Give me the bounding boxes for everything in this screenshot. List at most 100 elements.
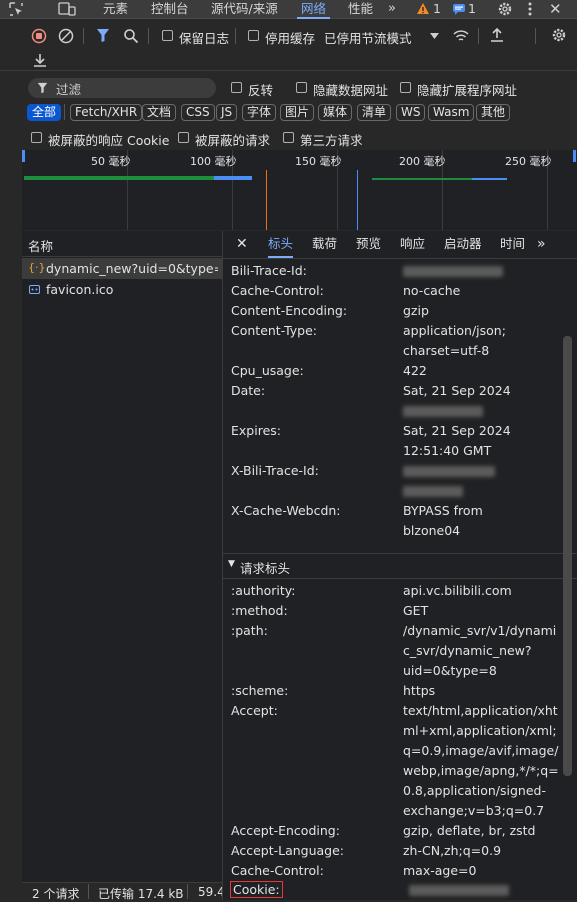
type-filter-manifest[interactable]: 清单 [357, 104, 392, 121]
header-key: X-Cache-Webcdn: [231, 503, 341, 518]
issues-icon[interactable] [452, 3, 466, 15]
hide-extension-urls-label[interactable]: 隐藏扩展程序网址 [417, 80, 517, 99]
throttling-select[interactable]: 已停用节流模式 [324, 28, 412, 47]
search-icon[interactable] [123, 28, 139, 44]
header-value: application/json; charset=utf-8 [403, 323, 506, 358]
dom-content-loaded-marker [266, 170, 267, 230]
request-name: dynamic_new?uid=0&type=8 [46, 261, 218, 276]
type-filter-other[interactable]: 其他 [476, 104, 511, 121]
status-divider [88, 884, 89, 899]
timeline-handle-left[interactable] [22, 150, 25, 162]
export-har-icon[interactable] [33, 52, 47, 68]
timeline-tick-label: 250 毫秒 [505, 155, 552, 168]
toolbar-divider [478, 28, 479, 44]
type-filter-css[interactable]: CSS [181, 104, 215, 121]
tab-payload[interactable]: 载荷 [312, 231, 337, 257]
filter-input[interactable]: 过滤 [28, 78, 216, 98]
third-party-checkbox[interactable] [283, 132, 294, 143]
tab-sources[interactable]: 源代码/来源 [211, 0, 278, 18]
tab-headers[interactable]: 标头 [268, 231, 294, 258]
tab-initiator[interactable]: 启动器 [444, 231, 482, 257]
type-filter-fetch-xhr[interactable]: Fetch/XHR [70, 104, 143, 121]
preserve-log-checkbox[interactable] [162, 30, 173, 41]
json-file-icon: {·} [28, 261, 46, 274]
network-conditions-icon[interactable] [452, 28, 470, 44]
blocked-cookies-checkbox[interactable] [31, 132, 42, 143]
tab-console[interactable]: 控制台 [151, 0, 189, 18]
close-details-icon[interactable]: ✕ [236, 231, 248, 257]
hide-data-urls-checkbox[interactable] [296, 82, 307, 93]
disable-cache-checkbox[interactable] [248, 30, 259, 41]
timeline-handle-right[interactable] [573, 150, 576, 162]
left-gutter [0, 150, 22, 900]
header-value: gzip [403, 303, 429, 318]
filter-funnel-icon[interactable] [96, 28, 110, 43]
disable-cache-label[interactable]: 停用缓存 [265, 28, 315, 47]
tab-elements[interactable]: 元素 [103, 0, 128, 18]
more-tabs-icon[interactable]: » [388, 0, 396, 18]
device-toolbar-icon[interactable] [58, 1, 76, 17]
detail-scrollbar[interactable] [563, 336, 572, 776]
warning-icon[interactable] [416, 2, 430, 15]
more-options-icon[interactable] [527, 1, 533, 17]
timeline-overview[interactable]: 50 毫秒 100 毫秒 150 毫秒 200 毫秒 250 毫秒 [22, 150, 577, 230]
network-settings-gear-icon[interactable] [551, 27, 567, 43]
request-details-pane: ✕ 标头 载荷 预览 响应 启动器 时间 » Bili-Trace-Id: Ca… [223, 231, 577, 900]
header-key: :method: [231, 603, 288, 618]
type-filter-img[interactable]: 图片 [280, 104, 315, 121]
header-value: Sat, 21 Sep 2024 12:51:40 GMT [403, 423, 511, 458]
type-filter-doc[interactable]: 文档 [142, 104, 177, 121]
header-key: Cpu_usage: [231, 363, 304, 378]
request-bar-download [472, 178, 507, 180]
type-filter-media[interactable]: 媒体 [318, 104, 353, 121]
third-party-label[interactable]: 第三方请求 [300, 130, 363, 149]
tab-network[interactable]: 网络 [297, 0, 331, 19]
invert-checkbox[interactable] [231, 82, 242, 93]
tab-response[interactable]: 响应 [400, 231, 425, 257]
request-headers-section-header[interactable]: ▼ 请求标头 [223, 553, 577, 579]
warning-count: 1 [433, 1, 441, 16]
hide-extension-urls-checkbox[interactable] [400, 82, 411, 93]
header-value: max-age=0 [403, 863, 477, 878]
toolbar-divider [64, 104, 65, 120]
close-devtools-icon[interactable]: ✕ [549, 0, 562, 18]
tab-timing[interactable]: 时间 [500, 231, 525, 257]
header-value: gzip, deflate, br, zstd [403, 823, 536, 838]
blocked-cookies-label[interactable]: 被屏蔽的响应 Cookie [48, 130, 169, 149]
type-filter-font[interactable]: 字体 [242, 104, 277, 121]
more-tabs-icon[interactable]: » [537, 231, 546, 257]
type-filter-all[interactable]: 全部 [27, 104, 62, 121]
status-bar: 2 个请求 已传输 17.4 kB 59.4 [22, 882, 222, 901]
blocked-requests-label[interactable]: 被屏蔽的请求 [195, 130, 270, 149]
type-filter-js[interactable]: JS [216, 104, 238, 121]
header-key: :authority: [231, 583, 296, 598]
request-name: favicon.ico [46, 282, 114, 297]
clear-icon[interactable] [58, 28, 74, 44]
timeline-tick-label: 150 毫秒 [295, 155, 342, 168]
record-stop-icon[interactable] [31, 28, 47, 44]
redacted-value [403, 406, 483, 417]
invert-label[interactable]: 反转 [248, 80, 273, 99]
tab-performance[interactable]: 性能 [348, 0, 373, 18]
request-row[interactable]: {·} dynamic_new?uid=0&type=8 [22, 258, 222, 279]
header-value: no-cache [403, 283, 461, 298]
header-value: zh-CN,zh;q=0.9 [403, 843, 502, 858]
tab-preview[interactable]: 预览 [356, 231, 381, 257]
header-key: X-Bili-Trace-Id: [231, 463, 319, 478]
settings-gear-icon[interactable] [497, 1, 513, 17]
hide-data-urls-label[interactable]: 隐藏数据网址 [313, 80, 388, 99]
inspect-element-icon[interactable] [8, 1, 24, 17]
header-key: Content-Type: [231, 323, 317, 338]
column-name-header[interactable]: 名称 [28, 236, 53, 255]
redacted-value [403, 266, 503, 277]
type-filter-ws[interactable]: WS [396, 104, 426, 121]
header-key: Expires: [231, 423, 281, 438]
blocked-requests-checkbox[interactable] [178, 132, 189, 143]
resources-size: 59.4 [198, 885, 222, 899]
request-list-header: 名称 [22, 231, 222, 257]
preserve-log-label[interactable]: 保留日志 [179, 28, 229, 47]
type-filter-wasm[interactable]: Wasm [428, 104, 475, 121]
import-har-icon[interactable] [490, 27, 504, 43]
request-row[interactable]: favicon.ico [22, 279, 222, 300]
chevron-down-icon[interactable] [430, 33, 439, 39]
